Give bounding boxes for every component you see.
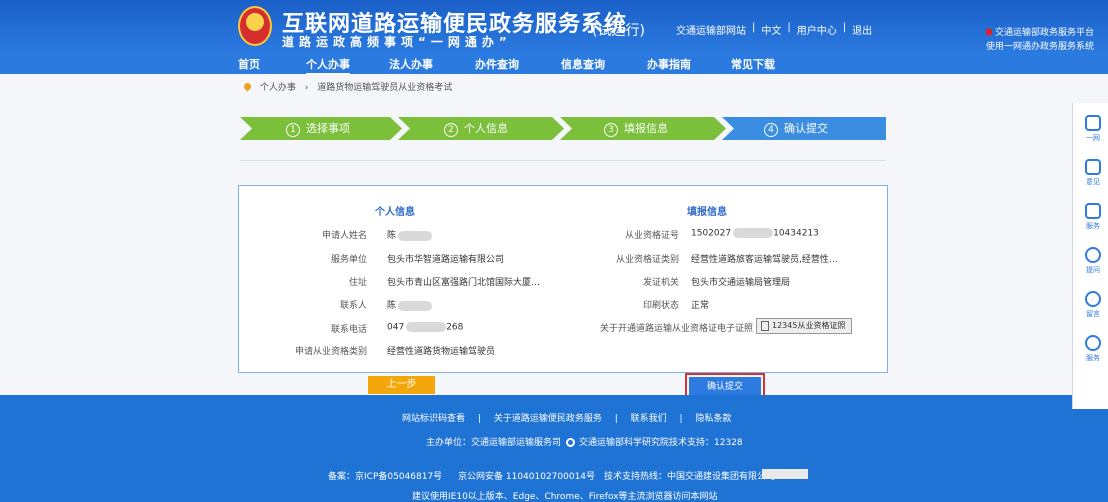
hotline-icon — [1085, 335, 1101, 351]
redacted-mask — [398, 300, 433, 311]
nav-home[interactable]: 首页 — [238, 56, 260, 72]
national-emblem-icon — [238, 6, 272, 46]
footer-police: 京公网安备 11040102700014号 — [458, 472, 596, 482]
breadcrumb-current: 道路货物运输驾驶员从业资格考试 — [317, 83, 453, 93]
support-logo-icon — [566, 438, 575, 447]
step-2: 2 个人信息 — [398, 117, 564, 140]
step-4: 4 确认提交 — [722, 117, 886, 140]
footer-hotline: 技术支持热线：中国交通建设集团有限公司 — [604, 472, 776, 482]
trial-badge: (试运行) — [592, 23, 645, 39]
footer-link[interactable]: 隐私条款 — [695, 414, 731, 424]
site-footer: 网站标识码查看 | 关于道路运输便民政务服务 | 联系我们 | 隐私条款 主办单… — [0, 395, 1108, 502]
breadcrumb-home[interactable]: 个人办事 — [260, 83, 296, 93]
gov-badge-icon[interactable] — [762, 469, 808, 479]
phone-icon — [1085, 203, 1101, 219]
top-links: 交通运输部网站 | 中文 | 用户中心 | 退出 — [676, 22, 873, 37]
nav-personal[interactable]: 个人办事 — [306, 56, 350, 75]
question-icon — [1085, 291, 1101, 307]
footer-link[interactable]: 网站标识码查看 — [402, 414, 465, 424]
link-language[interactable]: 中文 — [761, 22, 781, 37]
e-license-button[interactable]: 12345从业资格证照 — [756, 318, 852, 334]
divider — [240, 160, 886, 161]
side-item[interactable]: 服务 — [1079, 335, 1107, 363]
location-pin-icon — [242, 81, 253, 92]
personal-heading: 个人信息 — [375, 207, 415, 218]
side-item[interactable]: 提问 — [1079, 247, 1107, 275]
nav-info[interactable]: 信息查询 — [561, 56, 605, 72]
main-nav: 首页 个人办事 法人办事 办件查询 信息查询 办事指南 常见下载 — [0, 54, 1108, 75]
back-button[interactable]: 上一步 — [368, 376, 435, 394]
feedback-icon — [1085, 159, 1101, 175]
footer-link[interactable]: 关于道路运输便民政务服务 — [494, 414, 602, 424]
site-header: 互联网道路运输便民政务服务系统 (试运行) 道路运政高频事项“一网通办” 交通运… — [0, 0, 1108, 54]
side-item[interactable]: 意见 — [1079, 159, 1107, 187]
header-notice[interactable]: 交通运输部政务服务平台 使用一网通办政务服务系统 — [986, 26, 1108, 54]
info-panel: 个人信息 填报信息 申请人姓名 陈 服务单位 包头市华智道路运输有限公司 住址 … — [238, 185, 888, 373]
link-user-center[interactable]: 用户中心 — [797, 22, 837, 37]
side-item[interactable]: 留言 — [1079, 291, 1107, 319]
footer-support: 交通运输部科学研究院技术支持：12328 — [566, 435, 743, 448]
nav-guide[interactable]: 办事指南 — [647, 56, 691, 72]
breadcrumb: 个人办事 › 道路货物运输驾驶员从业资格考试 — [242, 80, 453, 93]
link-ministry[interactable]: 交通运输部网站 — [676, 22, 746, 37]
side-item[interactable]: 服务 — [1079, 203, 1107, 231]
site-slogan: 道路运政高频事项“一网通办” — [282, 35, 512, 49]
document-icon — [761, 320, 769, 331]
footer-link[interactable]: 联系我们 — [631, 414, 667, 424]
nav-query[interactable]: 办件查询 — [475, 56, 519, 72]
step-1: 1 选择事项 — [240, 117, 402, 140]
redacted-mask — [398, 230, 433, 241]
service-icon — [1085, 115, 1101, 131]
footer-links: 网站标识码查看 | 关于道路运输便民政务服务 | 联系我们 | 隐私条款 — [402, 414, 732, 424]
progress-steps: 1 选择事项 2 个人信息 3 填报信息 4 确认提交 — [240, 117, 886, 140]
redacted-mask — [733, 228, 774, 238]
nav-download[interactable]: 常见下载 — [731, 56, 775, 72]
link-logout[interactable]: 退出 — [852, 22, 872, 37]
step-3: 3 填报信息 — [560, 117, 726, 140]
side-toolbar: 一网 意见 服务 提问 留言 服务 — [1072, 103, 1108, 409]
footer-host: 主办单位：交通运输部运输服务司 — [426, 438, 562, 448]
footer-browser: 建议使用IE10以上版本、Edge、Chrome、Firefox等主流浏览器访问… — [412, 492, 718, 502]
apply-heading: 填报信息 — [687, 207, 727, 218]
footer-icp: 备案：京ICP备05046817号 — [328, 472, 443, 482]
confirm-submit-button[interactable]: 确认提交 — [689, 377, 761, 397]
side-item[interactable]: 一网 — [1079, 115, 1107, 143]
notice-icon — [986, 29, 992, 35]
clock-icon — [1085, 247, 1101, 263]
nav-legal[interactable]: 法人办事 — [389, 56, 433, 72]
